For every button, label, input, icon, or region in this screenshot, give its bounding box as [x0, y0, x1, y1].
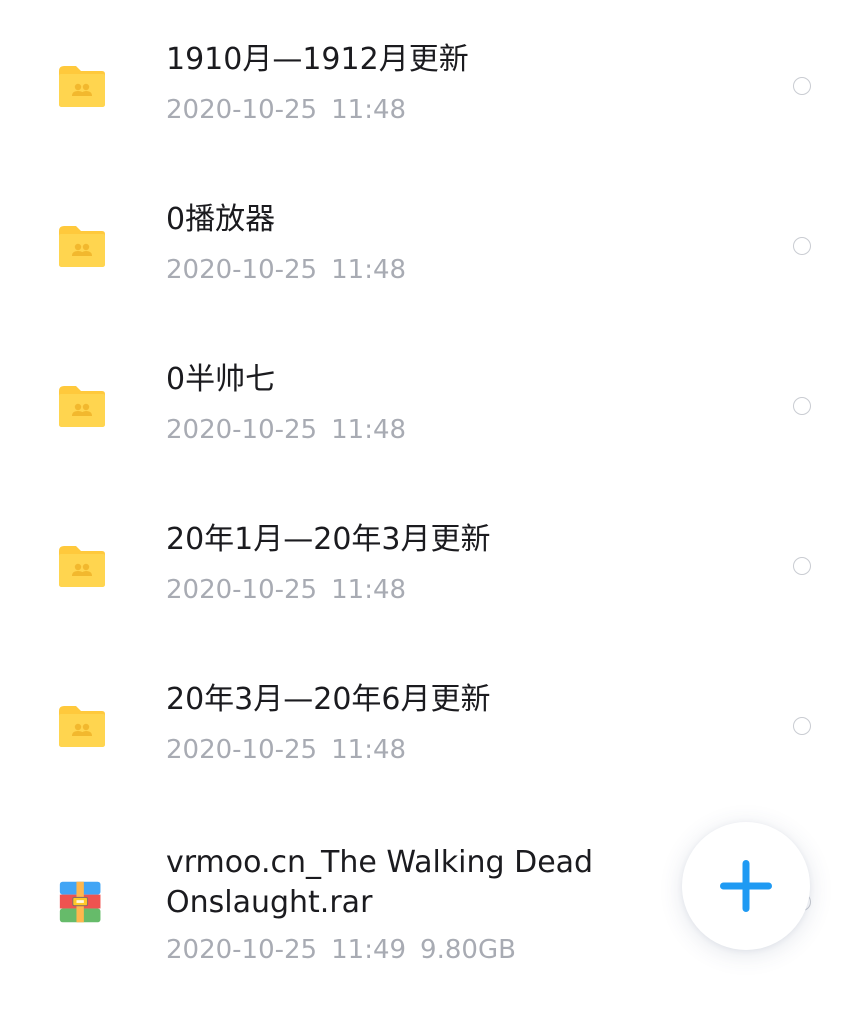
shared-folder-icon	[59, 386, 105, 427]
file-time: 11:48	[331, 735, 407, 765]
file-row-folder[interactable]: 1910月—1912月更新 2020-10-25 11:48	[0, 0, 850, 160]
file-row-folder[interactable]: 0播放器 2020-10-25 11:48	[0, 160, 850, 320]
select-radio[interactable]	[793, 77, 811, 95]
file-time: 11:48	[331, 415, 407, 445]
file-size: 9.80GB	[420, 935, 516, 965]
shared-folder-icon	[59, 706, 105, 747]
file-row-folder[interactable]: 20年3月—20年6月更新 2020-10-25 11:48	[0, 640, 850, 800]
file-meta: 2020-10-25 11:49 9.80GB	[166, 933, 516, 967]
file-name: vrmoo.cn_The Walking Dead Onslaught.rar	[166, 843, 626, 923]
file-time: 11:48	[331, 95, 407, 125]
select-radio[interactable]	[793, 717, 811, 735]
file-name-line: vrmoo.cn_The Walking Dead	[166, 845, 594, 880]
file-row-folder[interactable]: 0半帅七 2020-10-25 11:48	[0, 320, 850, 480]
select-radio[interactable]	[793, 237, 811, 255]
file-date: 2020-10-25	[166, 575, 318, 605]
file-date: 2020-10-25	[166, 255, 318, 285]
shared-folder-icon	[59, 546, 105, 587]
file-date: 2020-10-25	[166, 95, 318, 125]
plus-icon	[720, 860, 772, 912]
shared-folder-icon	[59, 226, 105, 267]
file-name: 20年3月—20年6月更新	[166, 682, 491, 717]
file-meta: 2020-10-25 11:48	[166, 93, 406, 127]
file-meta: 2020-10-25 11:48	[166, 413, 406, 447]
file-name-line: Onslaught.rar	[166, 885, 373, 920]
file-meta: 2020-10-25 11:48	[166, 253, 406, 287]
file-row-folder[interactable]: 20年1月—20年3月更新 2020-10-25 11:48	[0, 480, 850, 640]
file-date: 2020-10-25	[166, 415, 318, 445]
file-time: 11:48	[331, 255, 407, 285]
file-time: 11:49	[331, 935, 407, 965]
select-radio[interactable]	[793, 557, 811, 575]
file-name: 0半帅七	[166, 362, 276, 397]
file-date: 2020-10-25	[166, 735, 318, 765]
file-name: 1910月—1912月更新	[166, 42, 469, 77]
add-button[interactable]	[682, 822, 810, 950]
file-name: 0播放器	[166, 202, 276, 237]
file-time: 11:48	[331, 575, 407, 605]
file-name: 20年1月—20年3月更新	[166, 522, 491, 557]
rar-archive-icon	[59, 881, 101, 923]
file-date: 2020-10-25	[166, 935, 318, 965]
file-meta: 2020-10-25 11:48	[166, 733, 406, 767]
shared-folder-icon	[59, 66, 105, 107]
select-radio[interactable]	[793, 397, 811, 415]
file-meta: 2020-10-25 11:48	[166, 573, 406, 607]
